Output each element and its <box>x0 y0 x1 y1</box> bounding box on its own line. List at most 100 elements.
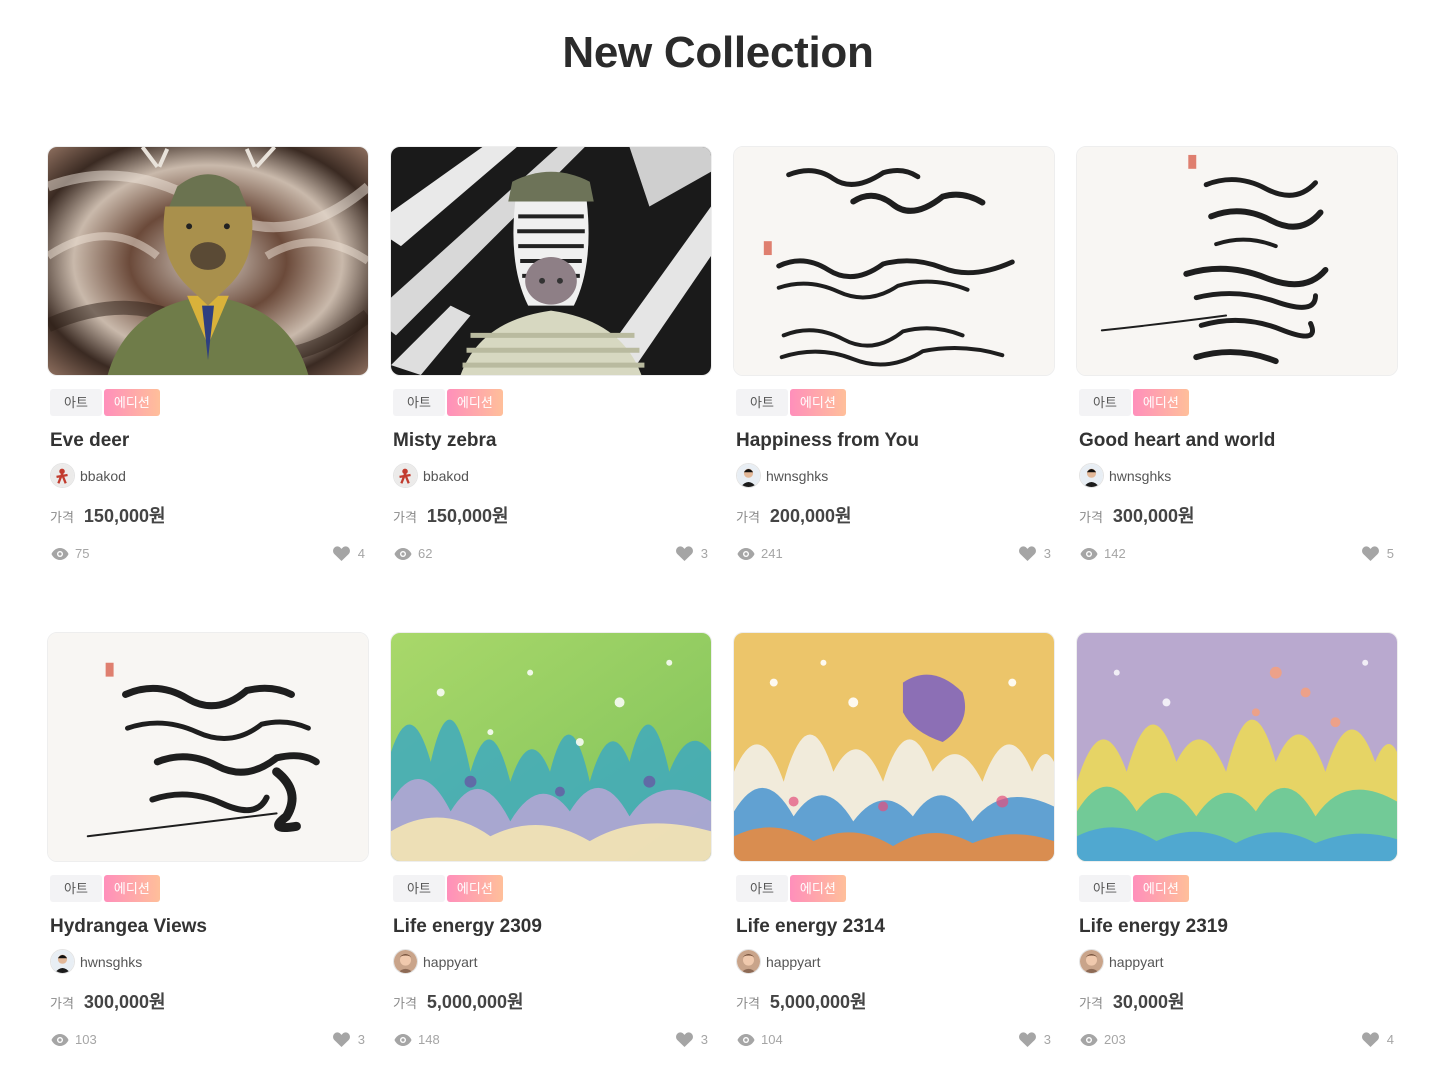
collection-grid: 아트 에디션 Eve deer bbakod 가격 150,000원 75 4 <box>47 146 1398 1062</box>
edition-tag: 에디션 <box>103 389 160 416</box>
category-tag: 아트 <box>50 389 102 416</box>
calligraphy-image[interactable] <box>1076 146 1398 376</box>
artist-link[interactable]: bbakod <box>50 463 369 488</box>
heart-icon <box>1361 546 1379 561</box>
artwork-card[interactable]: 아트 에디션 Misty zebra bbakod 가격 150,000원 62… <box>390 146 712 576</box>
eye-icon <box>1080 547 1098 560</box>
page-title: New Collection <box>562 28 874 77</box>
eye-icon <box>394 1033 412 1046</box>
zebra-portrait-image[interactable] <box>390 146 712 376</box>
price-value: 5,000,000원 <box>769 992 867 1012</box>
artist-link[interactable]: bbakod <box>393 463 712 488</box>
view-count: 148 <box>394 1032 440 1047</box>
like-button[interactable]: 3 <box>332 1032 365 1047</box>
artwork-card[interactable]: 아트 에디션 Good heart and world hwnsghks 가격 … <box>1076 146 1398 576</box>
heart-icon <box>332 546 350 561</box>
like-count-value: 4 <box>1386 1032 1394 1047</box>
category-tag: 아트 <box>736 389 788 416</box>
like-count-value: 4 <box>357 546 365 561</box>
edition-tag: 에디션 <box>446 875 503 902</box>
calligraphy-image[interactable] <box>733 146 1055 376</box>
price-value: 30,000원 <box>1112 992 1185 1012</box>
like-button[interactable]: 3 <box>675 1032 708 1047</box>
artist-link[interactable]: happyart <box>393 949 712 974</box>
artwork-card[interactable]: 아트 에디션 Hydrangea Views hwnsghks 가격 300,0… <box>47 632 369 1062</box>
price-value: 300,000원 <box>83 992 166 1012</box>
view-count: 142 <box>1080 546 1126 561</box>
artwork-card[interactable]: 아트 에디션 Eve deer bbakod 가격 150,000원 75 4 <box>47 146 369 576</box>
price-label: 가격 <box>50 510 74 525</box>
edition-tag: 에디션 <box>1132 875 1189 902</box>
artist-link[interactable]: happyart <box>1079 949 1398 974</box>
abstract-splash-image[interactable] <box>390 632 712 862</box>
artwork-title[interactable]: Life energy 2314 <box>736 916 1055 938</box>
category-tag: 아트 <box>1079 875 1131 902</box>
person-avatar <box>1079 463 1104 488</box>
artwork-card[interactable]: 아트 에디션 Life energy 2309 happyart 가격 5,00… <box>390 632 712 1062</box>
view-count-value: 75 <box>75 546 90 561</box>
portrait-avatar <box>393 949 418 974</box>
artist-link[interactable]: hwnsghks <box>50 949 369 974</box>
view-count: 62 <box>394 546 432 561</box>
price-label: 가격 <box>1079 510 1103 525</box>
artwork-title[interactable]: Eve deer <box>50 430 369 452</box>
artwork-title[interactable]: Life energy 2319 <box>1079 916 1398 938</box>
view-count-value: 103 <box>75 1032 97 1047</box>
artist-name: happyart <box>423 953 478 970</box>
heart-icon <box>1361 1032 1379 1047</box>
eye-icon <box>51 547 69 560</box>
price-label: 가격 <box>736 510 760 525</box>
artist-link[interactable]: happyart <box>736 949 1055 974</box>
view-count-value: 104 <box>761 1032 783 1047</box>
price-label: 가격 <box>736 996 760 1011</box>
artwork-title[interactable]: Good heart and world <box>1079 430 1398 452</box>
artwork-card[interactable]: 아트 에디션 Happiness from You hwnsghks 가격 20… <box>733 146 1055 576</box>
edition-tag: 에디션 <box>103 875 160 902</box>
price-label: 가격 <box>393 996 417 1011</box>
view-count: 75 <box>51 546 89 561</box>
price-label: 가격 <box>50 996 74 1011</box>
artist-name: happyart <box>766 953 821 970</box>
category-tag: 아트 <box>1079 389 1131 416</box>
like-button[interactable]: 5 <box>1361 546 1394 561</box>
view-count-value: 148 <box>418 1032 440 1047</box>
eye-icon <box>394 547 412 560</box>
view-count: 104 <box>737 1032 783 1047</box>
eye-icon <box>1080 1033 1098 1046</box>
artist-name: happyart <box>1109 953 1164 970</box>
price-value: 5,000,000원 <box>426 992 524 1012</box>
like-button[interactable]: 4 <box>1361 1032 1394 1047</box>
artist-link[interactable]: hwnsghks <box>1079 463 1398 488</box>
artwork-title[interactable]: Misty zebra <box>393 430 712 452</box>
edition-tag: 에디션 <box>1132 389 1189 416</box>
like-count-value: 3 <box>1043 1032 1051 1047</box>
category-tag: 아트 <box>736 875 788 902</box>
like-button[interactable]: 4 <box>332 546 365 561</box>
like-button[interactable]: 3 <box>1018 1032 1051 1047</box>
artwork-card[interactable]: 아트 에디션 Life energy 2314 happyart 가격 5,00… <box>733 632 1055 1062</box>
artwork-title[interactable]: Life energy 2309 <box>393 916 712 938</box>
artwork-title[interactable]: Happiness from You <box>736 430 1055 452</box>
view-count-value: 203 <box>1104 1032 1126 1047</box>
deer-portrait-image[interactable] <box>47 146 369 376</box>
abstract-splash-image[interactable] <box>733 632 1055 862</box>
artist-link[interactable]: hwnsghks <box>736 463 1055 488</box>
abstract-splash-image[interactable] <box>1076 632 1398 862</box>
category-tag: 아트 <box>393 389 445 416</box>
like-button[interactable]: 3 <box>1018 546 1051 561</box>
price-label: 가격 <box>1079 996 1103 1011</box>
person-avatar <box>50 949 75 974</box>
eye-icon <box>737 547 755 560</box>
heart-icon <box>1018 1032 1036 1047</box>
artwork-card[interactable]: 아트 에디션 Life energy 2319 happyart 가격 30,0… <box>1076 632 1398 1062</box>
like-button[interactable]: 3 <box>675 546 708 561</box>
portrait-avatar <box>1079 949 1104 974</box>
calligraphy-image[interactable] <box>47 632 369 862</box>
view-count-value: 241 <box>761 546 783 561</box>
like-count-value: 3 <box>357 1032 365 1047</box>
artwork-title[interactable]: Hydrangea Views <box>50 916 369 938</box>
like-count-value: 3 <box>700 546 708 561</box>
edition-tag: 에디션 <box>446 389 503 416</box>
price-label: 가격 <box>393 510 417 525</box>
category-tag: 아트 <box>393 875 445 902</box>
